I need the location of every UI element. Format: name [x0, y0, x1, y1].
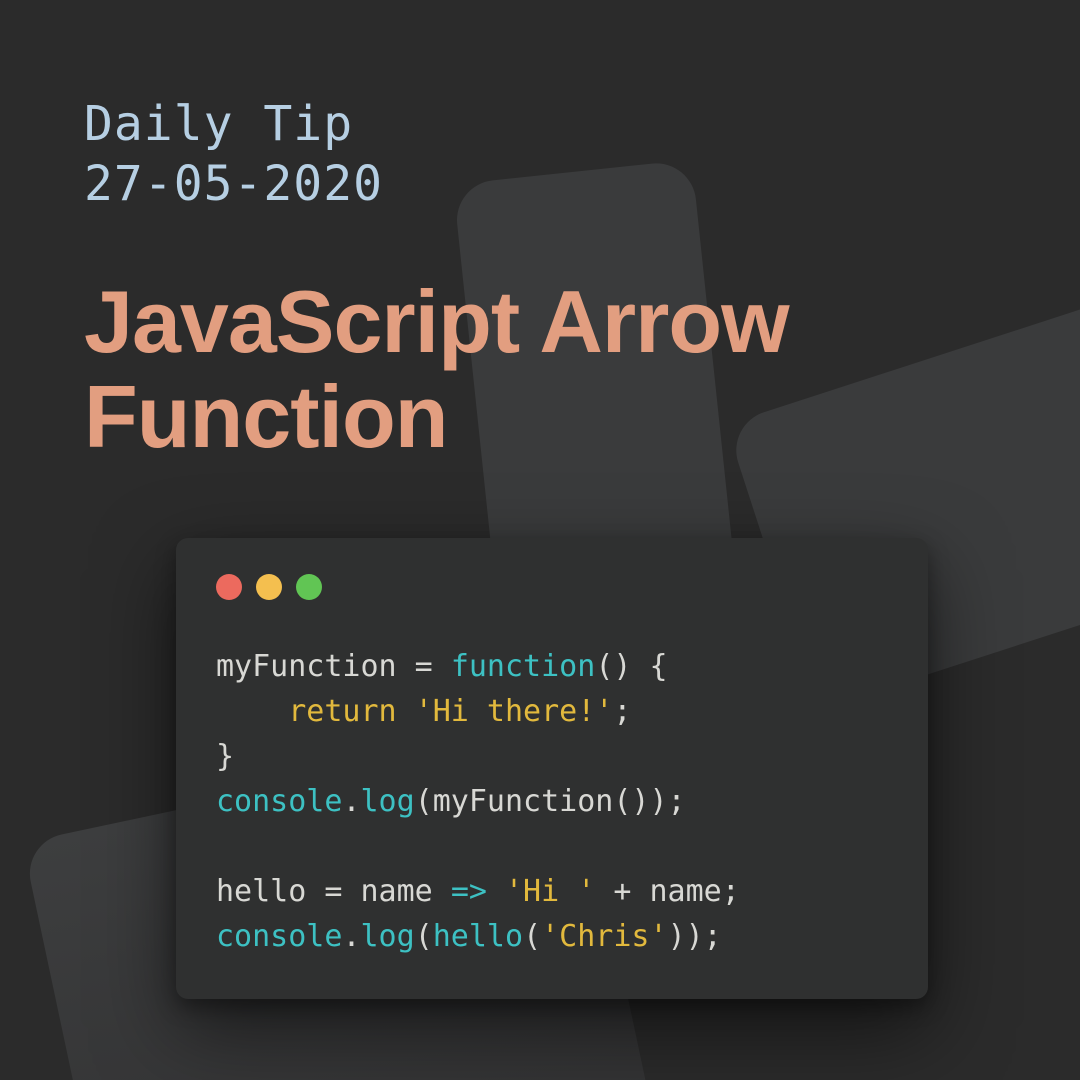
- code-token: 'Hi there!': [415, 694, 614, 729]
- code-token: function: [451, 649, 596, 684]
- code-token: log: [361, 784, 415, 819]
- code-token: [487, 874, 505, 909]
- subhead-line: 27-05-2020: [84, 154, 996, 214]
- code-token: ));: [668, 919, 722, 954]
- code-token: }: [216, 739, 234, 774]
- code-token: console: [216, 919, 342, 954]
- code-window: myFunction = function() { return 'Hi the…: [176, 538, 928, 999]
- code-token: [397, 694, 415, 729]
- header-block: Daily Tip 27-05-2020 JavaScript Arrow Fu…: [0, 0, 1080, 464]
- code-token: log: [361, 919, 415, 954]
- page-title: JavaScript Arrow Function: [84, 274, 996, 464]
- subhead-line: Daily Tip: [84, 94, 996, 154]
- code-token: [216, 694, 288, 729]
- minimize-icon: [256, 574, 282, 600]
- code-token: + name;: [595, 874, 740, 909]
- code-token: 'Chris': [541, 919, 667, 954]
- code-token: hello = name: [216, 874, 451, 909]
- code-token: (: [415, 919, 433, 954]
- window-traffic-lights: [216, 574, 888, 600]
- subhead: Daily Tip 27-05-2020: [84, 94, 996, 214]
- code-token: .: [342, 784, 360, 819]
- code-token: .: [342, 919, 360, 954]
- code-token: ;: [613, 694, 631, 729]
- code-token: console: [216, 784, 342, 819]
- code-token: return: [288, 694, 396, 729]
- code-token: (: [523, 919, 541, 954]
- code-token: hello: [433, 919, 523, 954]
- code-block: myFunction = function() { return 'Hi the…: [216, 644, 888, 959]
- code-token: 'Hi ': [505, 874, 595, 909]
- code-token: =>: [451, 874, 487, 909]
- close-icon: [216, 574, 242, 600]
- code-token: (myFunction());: [415, 784, 686, 819]
- code-token: () {: [595, 649, 667, 684]
- code-token: myFunction =: [216, 649, 451, 684]
- zoom-icon: [296, 574, 322, 600]
